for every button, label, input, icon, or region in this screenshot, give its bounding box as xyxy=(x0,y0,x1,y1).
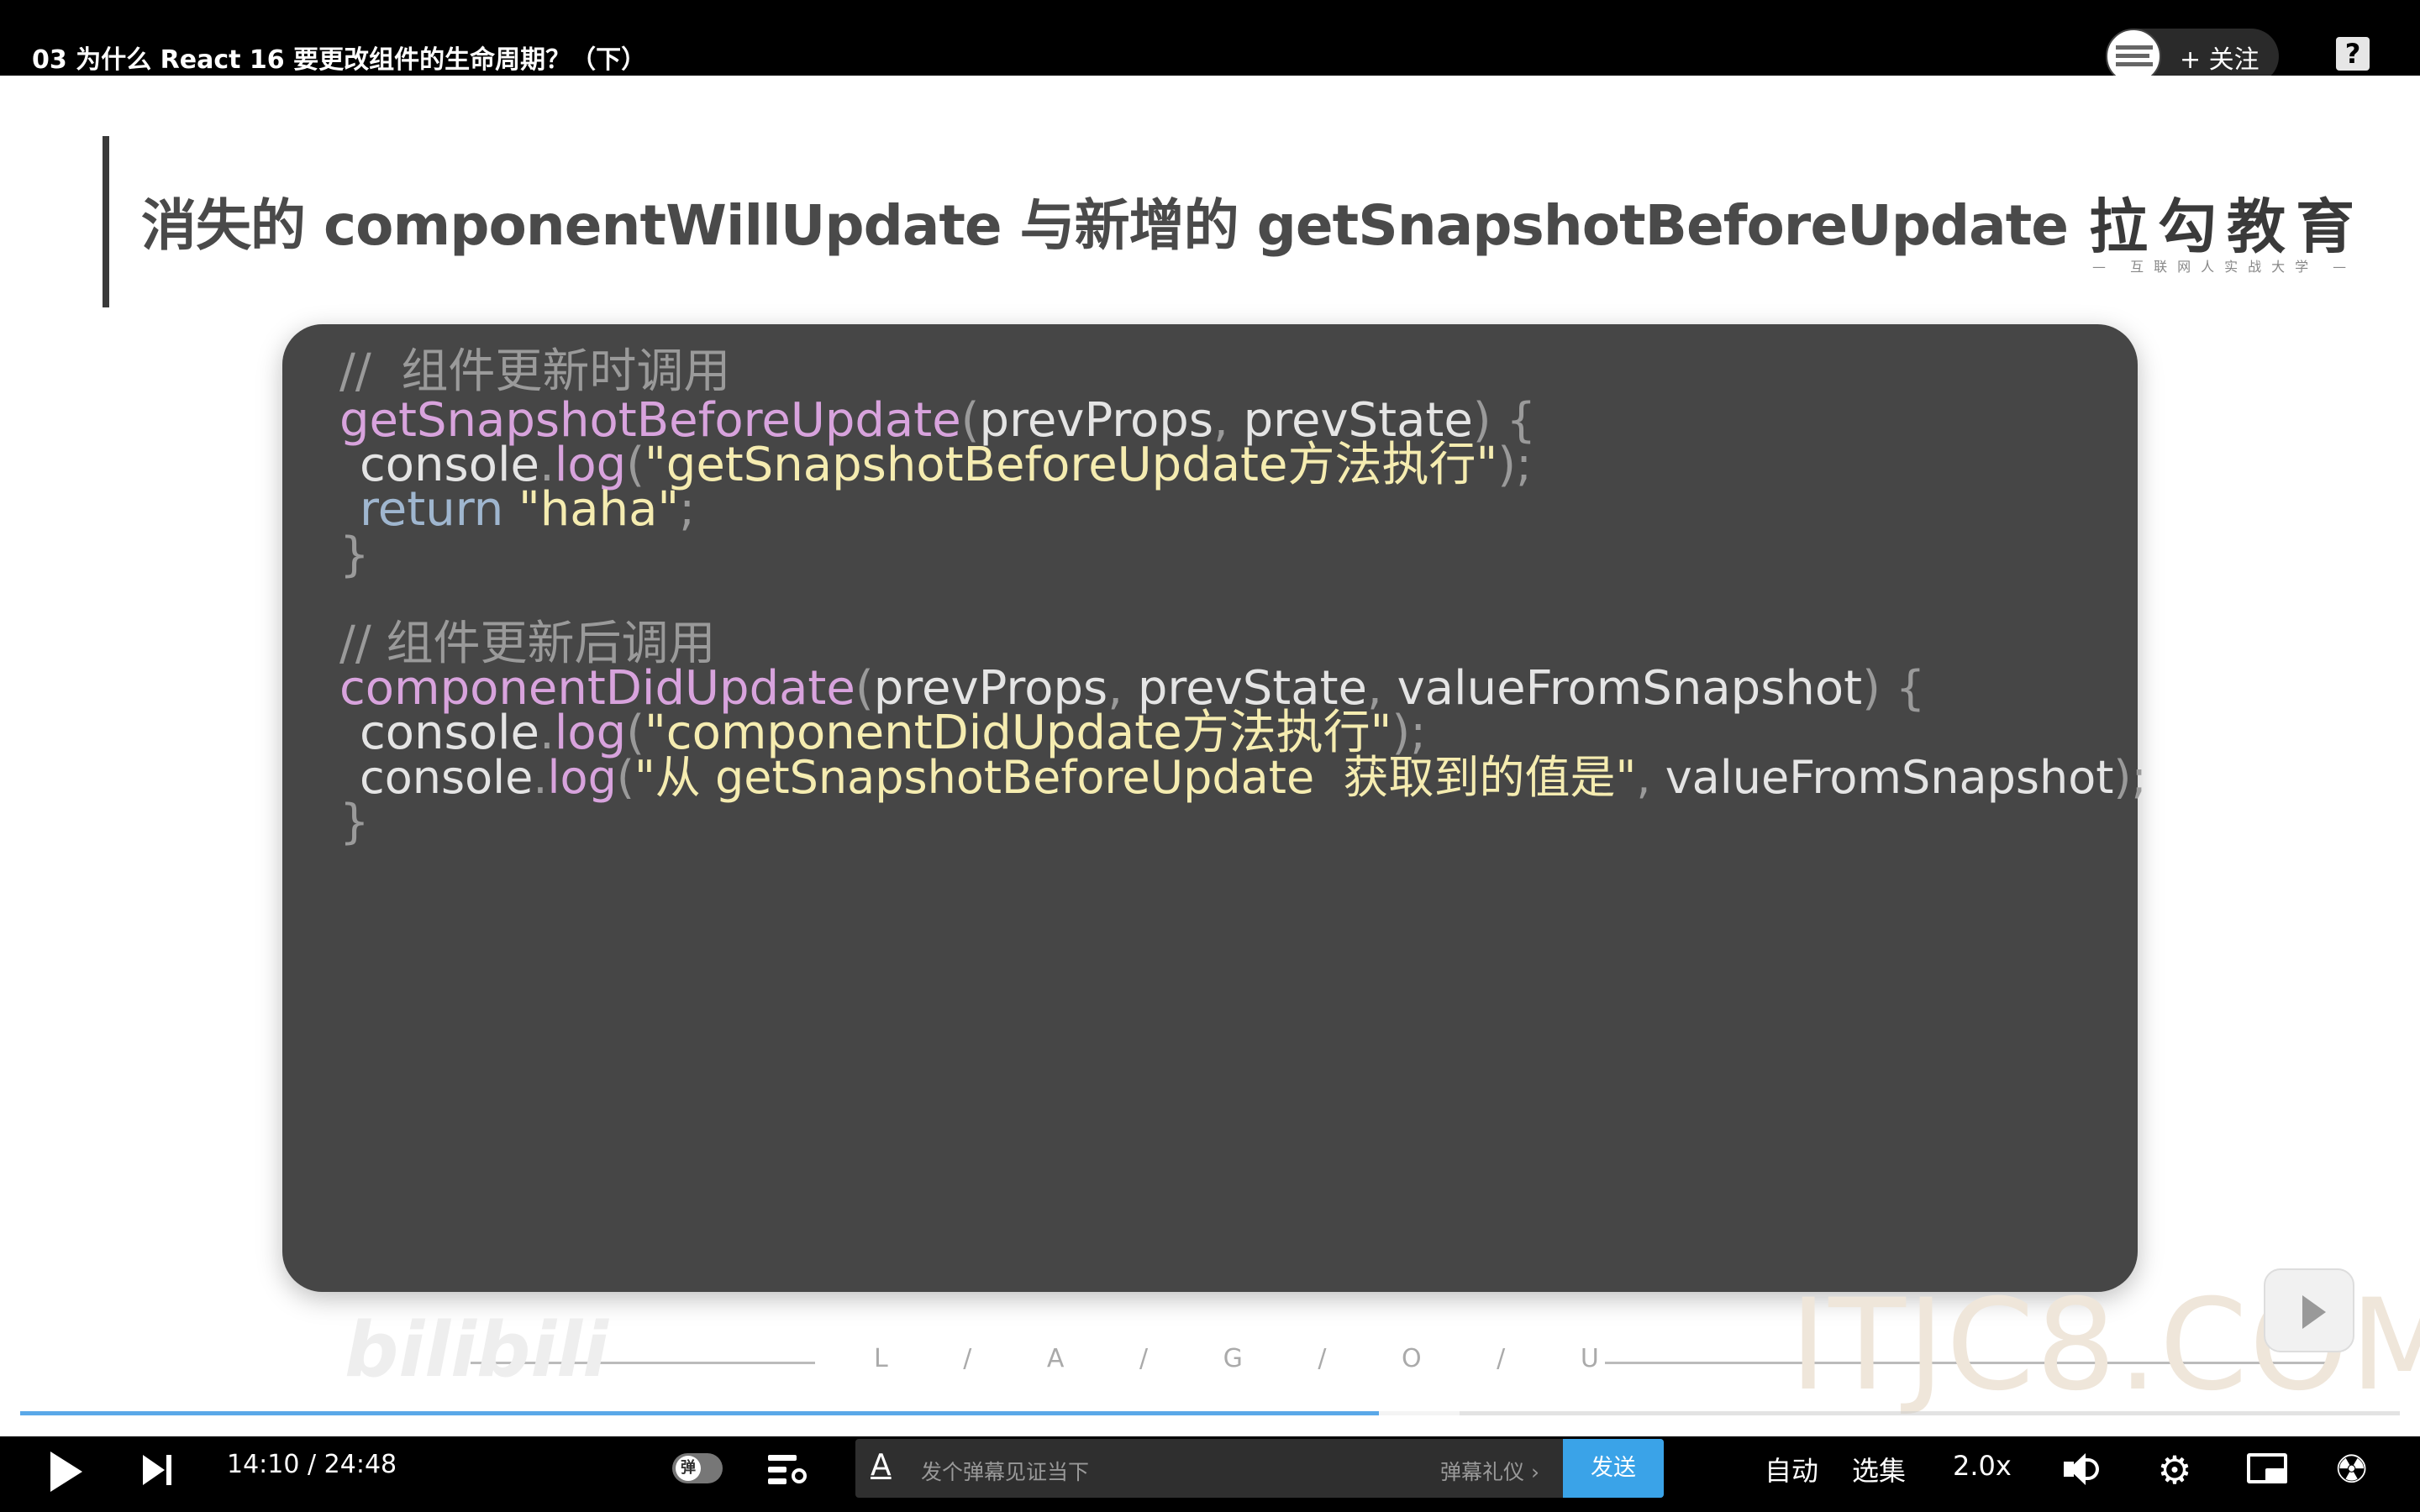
play-icon[interactable] xyxy=(50,1452,82,1492)
quality-button[interactable]: 自动 xyxy=(1765,1450,1818,1488)
bilibili-watermark: bilibili xyxy=(345,1306,608,1394)
code-punct: ; xyxy=(679,482,696,537)
danmaku-toggle-knob: 弹 xyxy=(676,1456,701,1481)
follow-button[interactable]: + 关注 xyxy=(2180,39,2260,76)
code-punct: ( xyxy=(616,751,634,804)
next-icon[interactable] xyxy=(143,1455,176,1485)
danmaku-toggle[interactable]: 弹 xyxy=(672,1453,723,1483)
speed-button[interactable]: 2.0x xyxy=(1953,1450,2012,1482)
code-method: log xyxy=(547,751,617,804)
code-punct: ); xyxy=(1497,438,1532,492)
danmaku-settings-icon[interactable] xyxy=(768,1452,808,1485)
progress-bar[interactable] xyxy=(20,1411,2400,1415)
code-line-5: } xyxy=(339,526,370,585)
current-time: 14:10 xyxy=(227,1450,300,1479)
progress-played xyxy=(20,1411,1380,1415)
episodes-button[interactable]: 选集 xyxy=(1852,1450,1906,1488)
time-separator: / xyxy=(308,1450,317,1479)
code-brace: } xyxy=(339,528,370,582)
volume-icon[interactable] xyxy=(2064,1452,2102,1487)
code-param: valueFromSnapshot xyxy=(1397,661,1863,716)
code-string: "getSnapshotBeforeUpdate方法执行" xyxy=(644,438,1498,492)
lagou-letters: L / A / G / O / U xyxy=(874,1344,1633,1373)
slide-title: 消失的 componentWillUpdate 与新增的 getSnapshot… xyxy=(141,193,2069,258)
floating-play-button[interactable] xyxy=(2264,1268,2354,1352)
brand-tagline: — 互联网人实战大学 — xyxy=(2092,259,2357,275)
duration: 24:48 xyxy=(324,1450,397,1479)
code-line-4: return "haha"; xyxy=(360,480,695,539)
pip-icon[interactable] xyxy=(2247,1453,2287,1483)
title-accent-bar xyxy=(103,136,109,307)
gear-icon[interactable]: ⚙ xyxy=(2156,1451,2193,1489)
code-param: valueFromSnapshot xyxy=(1665,751,2114,804)
code-object: console xyxy=(360,751,534,804)
video-frame[interactable]: 消失的 componentWillUpdate 与新增的 getSnapshot… xyxy=(0,76,2420,1436)
time-display: 14:10 / 24:48 xyxy=(227,1450,397,1479)
danmaku-etiquette-link[interactable]: 弹幕礼仪 › xyxy=(1440,1456,1539,1486)
danmaku-input[interactable]: 发个弹幕见证当下 xyxy=(921,1456,1089,1486)
code-keyword: return xyxy=(360,482,504,537)
fan-icon[interactable]: ☢ xyxy=(2334,1448,2369,1490)
code-punct: ) { xyxy=(1862,661,1926,716)
code-punct: ); xyxy=(2113,751,2147,804)
send-button[interactable]: 发送 xyxy=(1563,1439,1664,1498)
code-brace: } xyxy=(339,795,370,849)
code-string: "从 getSnapshotBeforeUpdate 获取到的值是" xyxy=(634,751,1637,804)
code-line-10: } xyxy=(339,793,370,852)
code-punct: . xyxy=(533,751,548,804)
code-block: // 组件更新时调用 getSnapshotBeforeUpdate(prevP… xyxy=(282,324,2147,1292)
brand-logo: 拉勾教育 xyxy=(2089,192,2365,261)
code-string: "haha" xyxy=(518,482,680,537)
help-icon[interactable]: ? xyxy=(2336,37,2370,71)
code-punct: , xyxy=(1636,751,1665,804)
video-title: 03 为什么 React 16 要更改组件的生命周期？（下） xyxy=(32,45,647,75)
font-icon[interactable]: A xyxy=(871,1448,892,1483)
code-line-9: console.log("从 getSnapshotBeforeUpdate 获… xyxy=(360,748,2147,807)
